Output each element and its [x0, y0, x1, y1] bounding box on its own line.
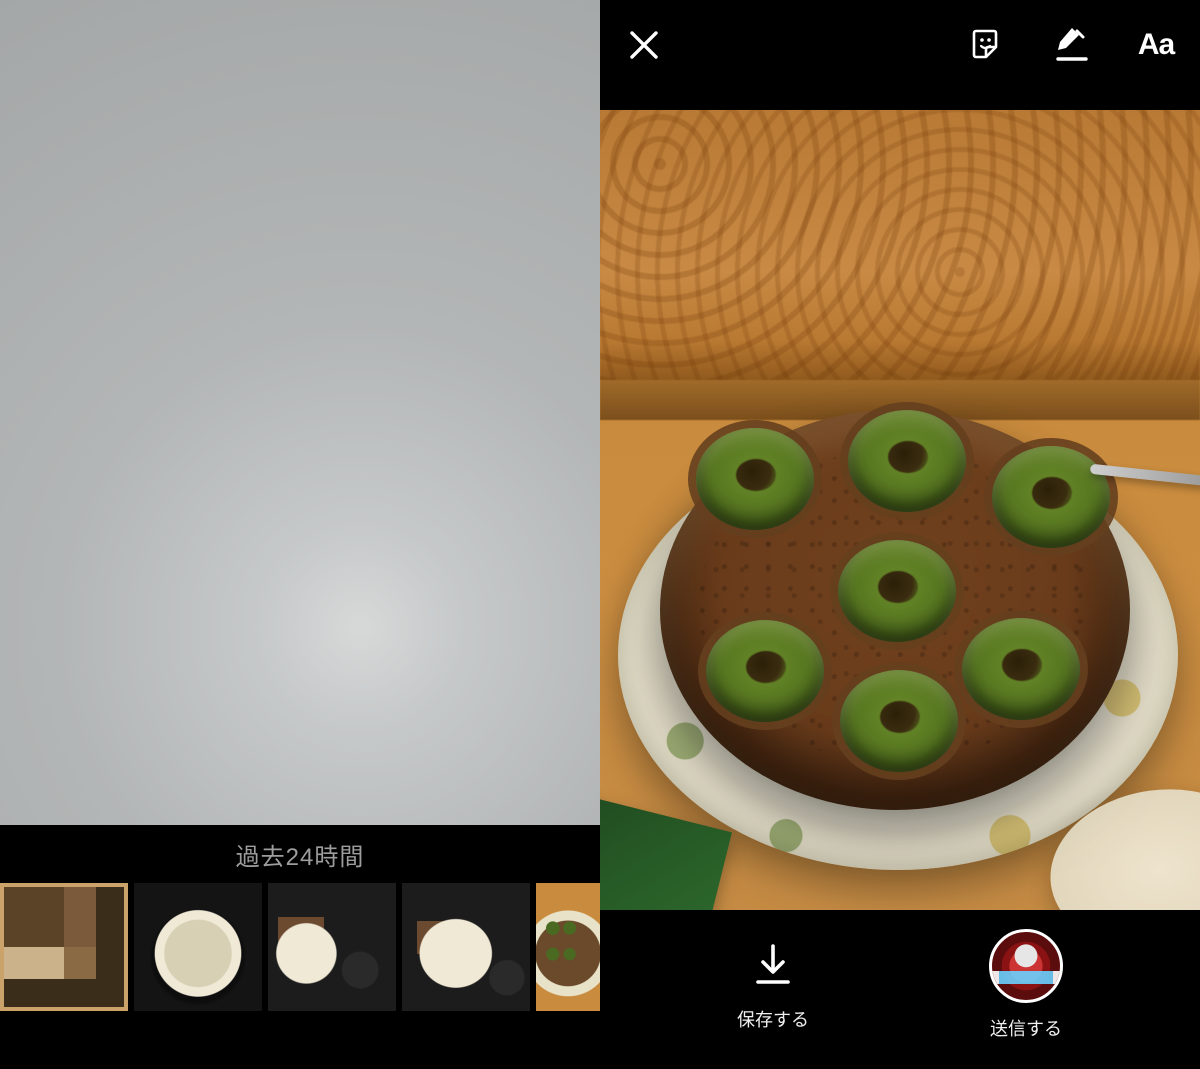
gallery-thumb-escargot[interactable]: [536, 883, 600, 1011]
save-label: 保存する: [737, 1006, 809, 1032]
gallery-thumb-meal-set1[interactable]: [268, 883, 396, 1011]
close-icon: [629, 30, 659, 60]
photo-background-wall: [600, 110, 1200, 380]
story-editor-panel: Aa: [600, 0, 1200, 1069]
photo-escargot-cup: [848, 410, 966, 512]
close-button[interactable]: [622, 23, 666, 67]
editor-tools: Aa: [966, 23, 1178, 67]
gallery-section-header: 過去24時間: [0, 825, 600, 883]
send-button[interactable]: 送信する: [989, 929, 1063, 1041]
download-icon: [745, 938, 801, 994]
story-gallery-panel: 過去24時間: [0, 0, 600, 1069]
gallery-thumb-bowl[interactable]: [134, 883, 262, 1011]
draw-icon: [1054, 25, 1090, 65]
gallery-thumb-bento[interactable]: [0, 883, 128, 1011]
draw-button[interactable]: [1050, 23, 1094, 67]
photo-escargot-cup: [962, 618, 1080, 720]
photo-escargot-cup: [840, 670, 958, 772]
story-image-canvas[interactable]: [600, 110, 1200, 910]
photo-escargot-cup: [992, 446, 1110, 548]
sticker-icon: [970, 27, 1006, 63]
gallery-preview-area[interactable]: [0, 0, 600, 825]
text-button[interactable]: Aa: [1134, 23, 1178, 67]
gallery-thumb-meal-set2[interactable]: [402, 883, 530, 1011]
save-button[interactable]: 保存する: [737, 938, 809, 1032]
gallery-thumbnail-row[interactable]: [0, 883, 600, 1069]
editor-top-bar: Aa: [600, 0, 1200, 90]
editor-bottom-bar: 保存する 送信する: [600, 911, 1200, 1069]
recipient-avatar: [989, 929, 1063, 1003]
recent-24h-label: 過去24時間: [236, 837, 365, 872]
sticker-button[interactable]: [966, 23, 1010, 67]
photo-escargot-cup: [706, 620, 824, 722]
text-icon: Aa: [1138, 28, 1174, 62]
send-label: 送信する: [990, 1015, 1062, 1041]
photo-escargot-cup: [696, 428, 814, 530]
photo-escargot-cup: [838, 540, 956, 642]
